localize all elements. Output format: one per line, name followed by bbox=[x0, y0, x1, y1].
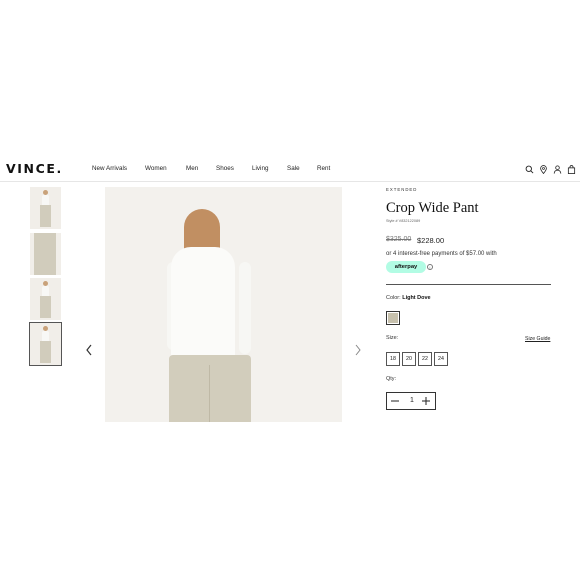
thumb-figure-pants bbox=[40, 341, 51, 363]
size-option-24[interactable]: 24 bbox=[434, 352, 448, 366]
account-icon[interactable] bbox=[553, 164, 562, 174]
minus-icon[interactable] bbox=[389, 395, 401, 407]
installments-text: or 4 interest-free payments of $57.00 wi… bbox=[386, 251, 497, 257]
size-option-22[interactable]: 22 bbox=[418, 352, 432, 366]
nav-shoes[interactable]: Shoes bbox=[216, 165, 234, 172]
nav-women[interactable]: Women bbox=[145, 165, 167, 172]
swatch-fill bbox=[388, 313, 398, 323]
thumbnail-side[interactable] bbox=[30, 278, 61, 320]
size-label: Size: bbox=[386, 335, 399, 341]
product-eyebrow: EXTENDED bbox=[386, 187, 418, 192]
color-label: Color: Light Dove bbox=[386, 295, 431, 301]
nav-living[interactable]: Living bbox=[252, 165, 268, 172]
chevron-right-icon[interactable] bbox=[353, 343, 363, 357]
location-pin-icon[interactable] bbox=[539, 164, 548, 174]
nav-sale[interactable]: Sale bbox=[287, 165, 300, 172]
thumb-figure-pants bbox=[40, 296, 51, 318]
model-wide-pants bbox=[169, 355, 251, 422]
vince-logo[interactable]: VINCE. bbox=[6, 161, 63, 176]
style-number: Style # V832122089 bbox=[386, 219, 421, 223]
original-price: $325.00 bbox=[386, 236, 412, 243]
size-guide-link[interactable]: Size Guide bbox=[525, 336, 550, 342]
afterpay-badge[interactable]: afterpay bbox=[386, 261, 426, 273]
plus-icon[interactable] bbox=[420, 395, 432, 407]
product-title: Crop Wide Pant bbox=[386, 200, 479, 216]
quantity-input[interactable]: 1 bbox=[405, 397, 419, 404]
nav-men[interactable]: Men bbox=[186, 165, 198, 172]
model-arm-right bbox=[239, 262, 251, 354]
main-product-image[interactable] bbox=[105, 187, 342, 422]
divider bbox=[386, 284, 551, 285]
size-option-18[interactable]: 18 bbox=[386, 352, 400, 366]
info-icon[interactable]: i bbox=[427, 264, 433, 270]
color-swatch-light-dove[interactable] bbox=[386, 311, 400, 325]
pants-seam bbox=[209, 365, 210, 422]
color-label-text: Color: bbox=[386, 295, 401, 301]
sale-price: $228.00 bbox=[417, 236, 445, 245]
thumbnail-front[interactable] bbox=[30, 187, 61, 229]
thumb-pants-closeup bbox=[34, 233, 56, 275]
chevron-left-icon[interactable] bbox=[84, 343, 94, 357]
header-icons bbox=[525, 164, 576, 174]
model-white-top bbox=[171, 247, 235, 365]
thumb-figure-pants bbox=[40, 205, 51, 227]
search-icon[interactable] bbox=[525, 165, 534, 174]
size-option-20[interactable]: 20 bbox=[402, 352, 416, 366]
qty-label: Qty: bbox=[386, 376, 397, 382]
color-value: Light Dove bbox=[402, 295, 431, 301]
thumbnail-back[interactable] bbox=[29, 322, 62, 366]
nav-rent[interactable]: Rent bbox=[317, 165, 330, 172]
nav-new-arrivals[interactable]: New Arrivals bbox=[92, 165, 127, 172]
thumbnail-closeup[interactable] bbox=[30, 233, 61, 275]
quantity-stepper: 1 bbox=[386, 392, 436, 410]
site-header: VINCE. New Arrivals Women Men Shoes Livi… bbox=[0, 158, 580, 182]
bag-icon[interactable] bbox=[567, 164, 576, 174]
